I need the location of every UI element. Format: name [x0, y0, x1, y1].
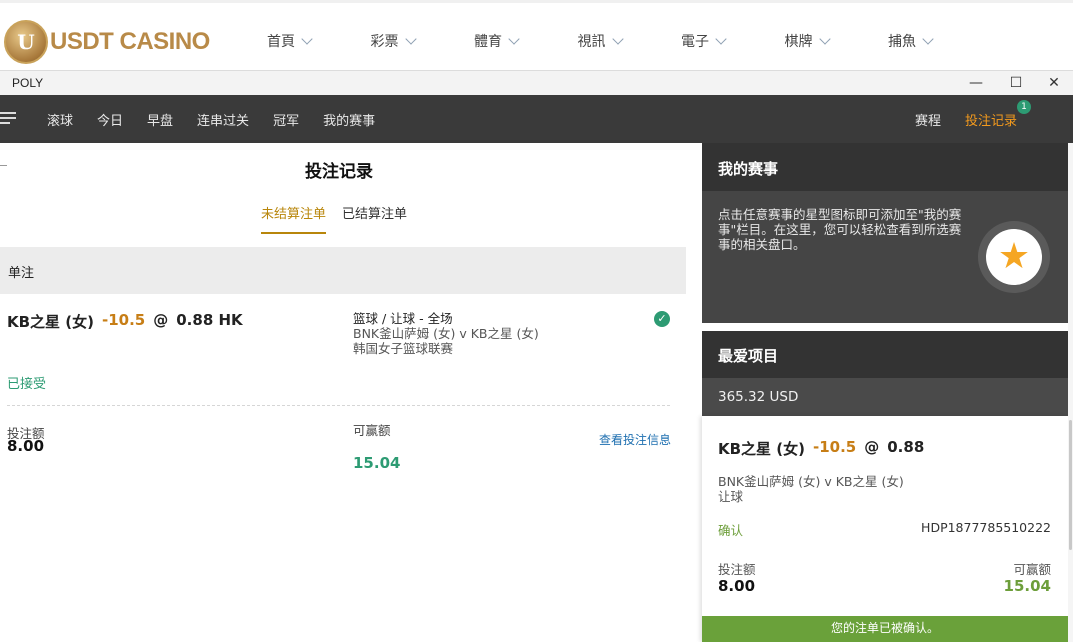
favorite-star-button[interactable]: ★	[978, 221, 1050, 293]
slip-stake-label: 投注额	[718, 562, 756, 577]
bet-handicap: -10.5	[102, 311, 146, 329]
site-nav-item-sports[interactable]: 體育	[474, 31, 578, 51]
site-nav-item-lottery[interactable]: 彩票	[371, 31, 475, 51]
chevron-down-icon	[611, 33, 624, 45]
tab-unsettled[interactable]: 未结算注单	[261, 203, 327, 234]
logo-text: USDT CASINO	[50, 28, 210, 55]
slip-at: @	[864, 438, 880, 456]
chevron-down-icon	[508, 33, 520, 45]
tab-parlay[interactable]: 连串过关	[197, 110, 249, 129]
slip-match: BNK釜山萨姆 (女) v KB之星 (女)	[718, 474, 904, 489]
divider	[7, 405, 670, 406]
close-button[interactable]: ✕	[1044, 73, 1064, 93]
minimize-button[interactable]: —	[966, 73, 986, 93]
slip-stake-value: 8.00	[718, 577, 756, 595]
account-balance: 365.32 USD	[702, 378, 1068, 416]
my-events-panel: 我的赛事 点击任意赛事的星型图标即可添加至"我的赛事"栏目。在这里，您可以轻松查…	[702, 143, 1068, 323]
scrollbar-track[interactable]	[1068, 143, 1073, 642]
bet-team: KB之星 (女)	[7, 313, 94, 331]
bet-record-label: 投注记录	[964, 114, 1017, 129]
window-title-bar: POLY — ☐ ✕	[0, 70, 1073, 95]
tab-early[interactable]: 早盘	[147, 110, 173, 129]
chevron-down-icon	[818, 33, 831, 45]
site-nav-item-home[interactable]: 首頁	[267, 31, 371, 51]
section-header-single: 单注	[0, 247, 686, 294]
chevron-down-icon	[715, 33, 727, 45]
tab-my-events[interactable]: 我的赛事	[323, 110, 375, 129]
view-bet-info-link[interactable]: 查看投注信息	[599, 431, 671, 448]
menu-icon[interactable]	[0, 112, 16, 127]
favorites-title: 最爱项目	[702, 331, 1068, 378]
site-header: U USDT CASINO 首頁 彩票 體育 視訊 電子 棋牌 捕魚	[0, 0, 1073, 70]
my-events-description: 点击任意赛事的星型图标即可添加至"我的赛事"栏目。在这里，您可以轻松查看到所选赛…	[718, 207, 962, 252]
bet-details: 篮球 / 让球 - 全场 BNK釜山萨姆 (女) v KB之星 (女) 韩国女子…	[353, 311, 539, 356]
tab-outright[interactable]: 冠军	[273, 110, 299, 129]
site-nav-item-slots[interactable]: 電子	[681, 31, 785, 51]
win-value: 15.04	[353, 454, 401, 472]
slip-details: BNK釜山萨姆 (女) v KB之星 (女) 让球	[718, 474, 904, 504]
sports-nav-right: 赛程 投注记录 1	[915, 100, 1031, 129]
tab-settled[interactable]: 已结算注单	[342, 203, 407, 234]
maximize-button[interactable]: ☐	[1006, 73, 1026, 93]
win-label: 可赢额	[353, 423, 391, 438]
slip-ticket-id: HDP1877785510222	[921, 520, 1051, 535]
star-icon: ★	[986, 229, 1042, 285]
bet-match: BNK釜山萨姆 (女) v KB之星 (女)	[353, 326, 539, 341]
site-nav-item-live[interactable]: 視訊	[578, 31, 682, 51]
bet-odds: 0.88 HK	[176, 311, 243, 329]
slip-team: KB之星 (女)	[718, 440, 805, 458]
site-nav-item-fishing[interactable]: 捕魚	[888, 31, 992, 51]
tab-live[interactable]: 滚球	[47, 110, 73, 129]
chevron-down-icon	[404, 33, 417, 45]
slip-handicap: -10.5	[813, 438, 857, 456]
slip-win-label: 可赢额	[1013, 562, 1051, 577]
scrollbar-thumb[interactable]	[1069, 420, 1072, 550]
slip-win-value: 15.04	[1003, 577, 1051, 595]
slip-odds: 0.88	[887, 438, 925, 456]
bet-record-link[interactable]: 投注记录 1	[964, 100, 1031, 129]
bet-selection: KB之星 (女) -10.5 @ 0.88 HK	[7, 311, 243, 332]
sports-nav-bar: 滚球 今日 早盘 连串过关 冠军 我的赛事 赛程 投注记录 1	[0, 95, 1073, 143]
bet-at: @	[153, 311, 169, 329]
slip-selection: KB之星 (女) -10.5 @ 0.88	[718, 438, 924, 459]
logo-emblem-icon: U	[4, 20, 48, 64]
site-logo[interactable]: U USDT CASINO	[4, 17, 210, 67]
bet-status: 已接受	[7, 377, 47, 392]
bet-slip-confirmation: KB之星 (女) -10.5 @ 0.88 BNK釜山萨姆 (女) v KB之星…	[702, 416, 1068, 642]
bet-record-tabs: 未结算注单 已结算注单	[261, 203, 407, 234]
sports-tabs: 滚球 今日 早盘 连串过关 冠军 我的赛事	[47, 110, 375, 129]
stake-value: 8.00	[7, 437, 45, 455]
my-events-body: 点击任意赛事的星型图标即可添加至"我的赛事"栏目。在这里，您可以轻松查看到所选赛…	[702, 191, 1068, 323]
site-nav-menu: 首頁 彩票 體育 視訊 電子 棋牌 捕魚	[267, 31, 992, 51]
bet-market: 篮球 / 让球 - 全场	[353, 311, 453, 326]
site-nav-item-cards[interactable]: 棋牌	[785, 31, 889, 51]
chevron-down-icon	[922, 33, 934, 45]
page-title: 投注记录	[305, 162, 373, 182]
my-events-title: 我的赛事	[702, 143, 1068, 191]
confirmation-banner: 您的注单已被确认。	[702, 616, 1068, 642]
check-icon: ✓	[654, 311, 670, 327]
schedule-link[interactable]: 赛程	[915, 110, 941, 129]
tab-today[interactable]: 今日	[97, 110, 123, 129]
slip-market: 让球	[718, 489, 744, 504]
bet-league: 韩国女子篮球联赛	[353, 341, 454, 356]
bet-record-panel: 投注记录 未结算注单 已结算注单 单注 KB之星 (女) -10.5 @ 0.8…	[0, 143, 702, 642]
slip-confirm-label: 确认	[718, 523, 744, 538]
chevron-down-icon	[301, 33, 313, 45]
bet-count-badge: 1	[1017, 100, 1031, 114]
window-title: POLY	[12, 76, 44, 90]
